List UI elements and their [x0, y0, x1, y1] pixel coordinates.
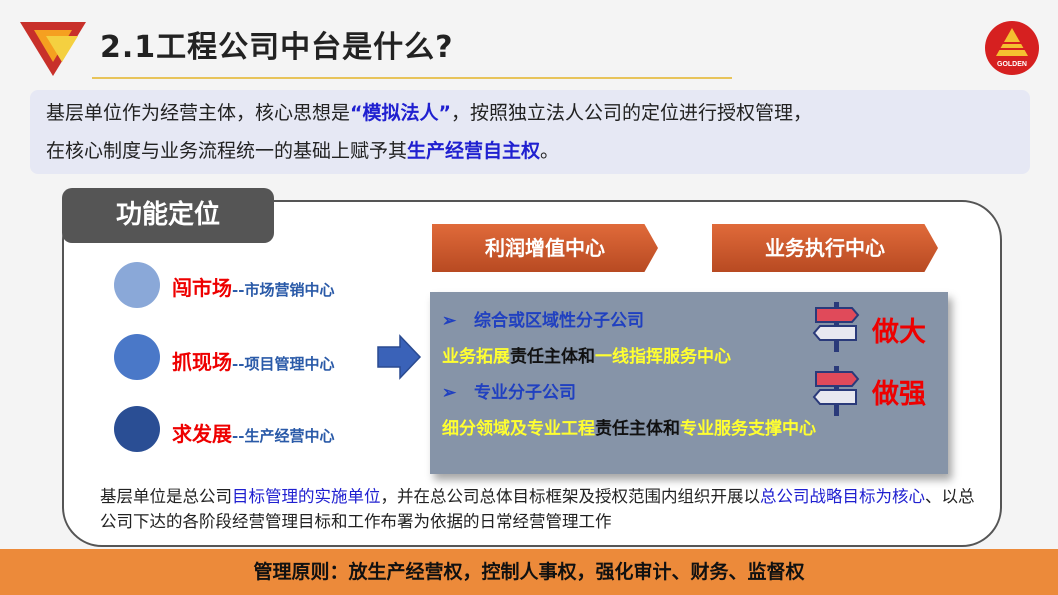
yellow-text: 一线指挥服务中心	[595, 347, 731, 367]
intro-text: 。	[540, 140, 560, 162]
intro-box: 基层单位作为经营主体，核心思想是“模拟法人”，按照独立法人公司的定位进行授权管理…	[30, 90, 1030, 174]
title-underline	[92, 77, 732, 79]
intro-text: 基层单位作为经营主体，核心思想是	[46, 102, 351, 124]
role-main: 抓现场	[172, 350, 232, 374]
role-circle	[114, 262, 160, 308]
intro-line-1: 基层单位作为经营主体，核心思想是“模拟法人”，按照独立法人公司的定位进行授权管理…	[46, 94, 1014, 132]
bullet-arrow-icon: ➢	[442, 383, 474, 403]
role-sub: --生产经营中心	[232, 427, 335, 445]
yellow-text: 细分领域及专业工程	[442, 419, 595, 439]
responsibility-line: 业务拓展责任主体和一线指挥服务中心	[442, 342, 731, 367]
role-circle	[114, 406, 160, 452]
function-tab: 功能定位	[62, 188, 274, 243]
role-main: 求发展	[172, 422, 232, 446]
bullet-line: ➢ 专业分子公司	[442, 378, 576, 403]
yellow-text: 专业服务支撑中心	[680, 419, 816, 439]
desc-highlight: 总公司战略目标为核心	[760, 487, 925, 506]
bullet-line: ➢ 综合或区域性分子公司	[442, 306, 644, 331]
footer-principle-bar: 管理原则：放生产经营权，控制人事权，强化审计、财务、监督权	[0, 549, 1058, 595]
black-text: 责任主体和	[595, 419, 680, 439]
banner-execution-center: 业务执行中心	[712, 224, 938, 272]
brand-logo-text: GOLDEN	[997, 61, 1027, 68]
intro-highlight: “模拟法人”	[350, 102, 451, 124]
role-item: 求发展--生产经营中心	[172, 418, 334, 447]
intro-text: 在核心制度与业务流程统一的基础上赋予其	[46, 140, 408, 162]
intro-highlight: 生产经营自主权	[407, 140, 541, 162]
desc-highlight: 目标管理的实施单位	[232, 487, 381, 506]
desc-text: 基层单位是总公司	[100, 487, 232, 506]
page-title: 2.1工程公司中台是什么?	[100, 30, 454, 65]
bullet-arrow-icon: ➢	[442, 311, 474, 331]
do-strong-label: 做强	[872, 379, 926, 410]
bullet-text: 综合或区域性分子公司	[474, 311, 644, 331]
header-logo-icon	[20, 22, 86, 76]
signpost-icon	[812, 366, 860, 416]
banner-profit-center: 利润增值中心	[432, 224, 658, 272]
desc-text: ，并在总公司总体目标框架及授权范围内组织开展以	[380, 487, 761, 506]
bullet-text: 专业分子公司	[474, 383, 576, 403]
do-big-label: 做大	[872, 317, 926, 348]
role-circle	[114, 334, 160, 380]
role-item: 闯市场--市场营销中心	[172, 272, 334, 301]
role-sub: --项目管理中心	[232, 355, 335, 373]
intro-text: ，按照独立法人公司的定位进行授权管理，	[451, 102, 813, 124]
yellow-text: 业务拓展	[442, 347, 510, 367]
black-text: 责任主体和	[510, 347, 595, 367]
bottom-description: 基层单位是总公司目标管理的实施单位，并在总公司总体目标框架及授权范围内组织开展以…	[100, 484, 980, 534]
golden-logo-icon: GOLDEN	[985, 21, 1039, 75]
intro-line-2: 在核心制度与业务流程统一的基础上赋予其生产经营自主权。	[46, 132, 1014, 170]
role-item: 抓现场--项目管理中心	[172, 346, 334, 375]
role-sub: --市场营销中心	[232, 281, 335, 299]
role-main: 闯市场	[172, 276, 232, 300]
responsibility-line: 细分领域及专业工程责任主体和专业服务支撑中心	[442, 414, 816, 439]
arrow-right-icon	[377, 334, 422, 380]
subsidiary-box: ➢ 综合或区域性分子公司 业务拓展责任主体和一线指挥服务中心 ➢ 专业分子公司 …	[430, 292, 948, 474]
signpost-icon	[812, 302, 860, 352]
